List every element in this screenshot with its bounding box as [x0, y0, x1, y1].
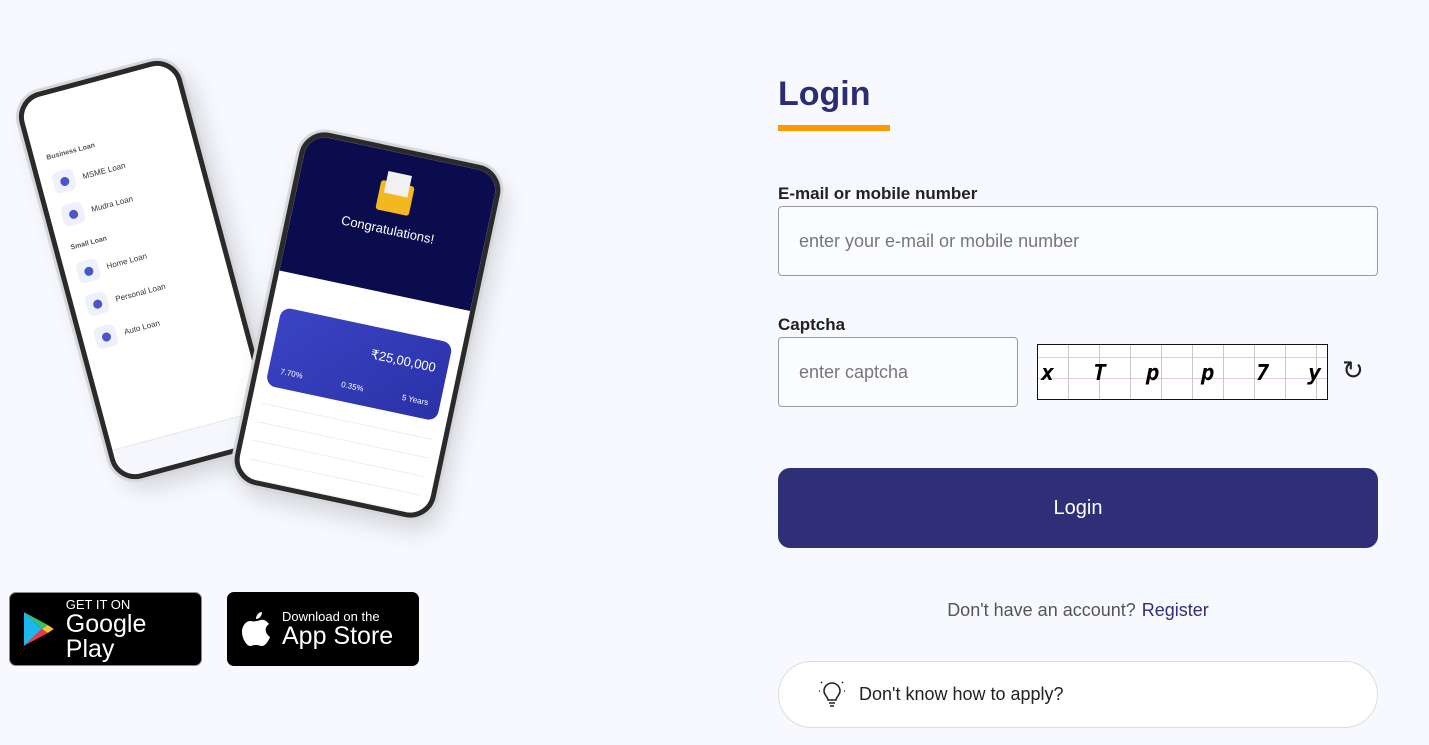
item-label: MSME Loan: [81, 160, 127, 181]
stat: 7.70%: [279, 367, 304, 381]
lightbulb-icon: [819, 680, 845, 707]
badge-large-text: Google Play: [65, 609, 147, 663]
refresh-icon[interactable]: ↻: [1342, 355, 1364, 386]
captcha-image: x T p p 7 y: [1037, 344, 1328, 400]
captcha-char: T: [1093, 361, 1107, 386]
app-store-badge[interactable]: Download on the App Store: [227, 592, 419, 666]
google-play-badge[interactable]: GET IT ON Google Play: [9, 592, 202, 666]
badge-large-text: App Store: [282, 622, 394, 650]
captcha-char: 7: [1256, 361, 1270, 386]
phone-illustration-loan-list: Business Loan MSME Loan Mudra Loan Small…: [13, 55, 279, 485]
google-play-icon: [23, 612, 54, 646]
item-label: Auto Loan: [123, 317, 161, 337]
apple-icon: [242, 612, 270, 646]
register-link[interactable]: Register: [1142, 600, 1209, 620]
title-underline: [778, 125, 890, 131]
email-label: E-mail or mobile number: [778, 184, 978, 203]
item-label: Personal Loan: [114, 281, 167, 304]
phone-illustration-congrats: Congratulations! ₹25,00,000 7.70% 0.35% …: [229, 127, 506, 523]
captcha-input[interactable]: [778, 337, 1018, 407]
email-input[interactable]: [778, 206, 1378, 276]
help-label: Don't know how to apply?: [859, 684, 1064, 704]
item-label: Home Loan: [105, 251, 148, 271]
page-title: Login: [778, 75, 871, 113]
item-label: Mudra Loan: [90, 193, 134, 214]
no-account-text: Don't have an account?: [947, 600, 1136, 620]
loan-amount: ₹25,00,000: [369, 346, 438, 375]
stat: 0.35%: [340, 379, 365, 394]
captcha-char: y: [1308, 361, 1322, 386]
captcha-char: p: [1146, 361, 1160, 386]
login-button[interactable]: Login: [778, 468, 1378, 548]
stat: 5 Years: [401, 392, 430, 408]
captcha-char: x: [1041, 361, 1055, 386]
register-prompt: Don't have an account? Register: [778, 600, 1378, 621]
help-button[interactable]: Don't know how to apply?: [778, 661, 1378, 728]
captcha-label: Captcha: [778, 315, 846, 334]
envelope-icon: [374, 179, 415, 217]
captcha-char: p: [1201, 361, 1215, 386]
loan-card: ₹25,00,000 7.70% 0.35% 5 Years: [265, 306, 454, 422]
